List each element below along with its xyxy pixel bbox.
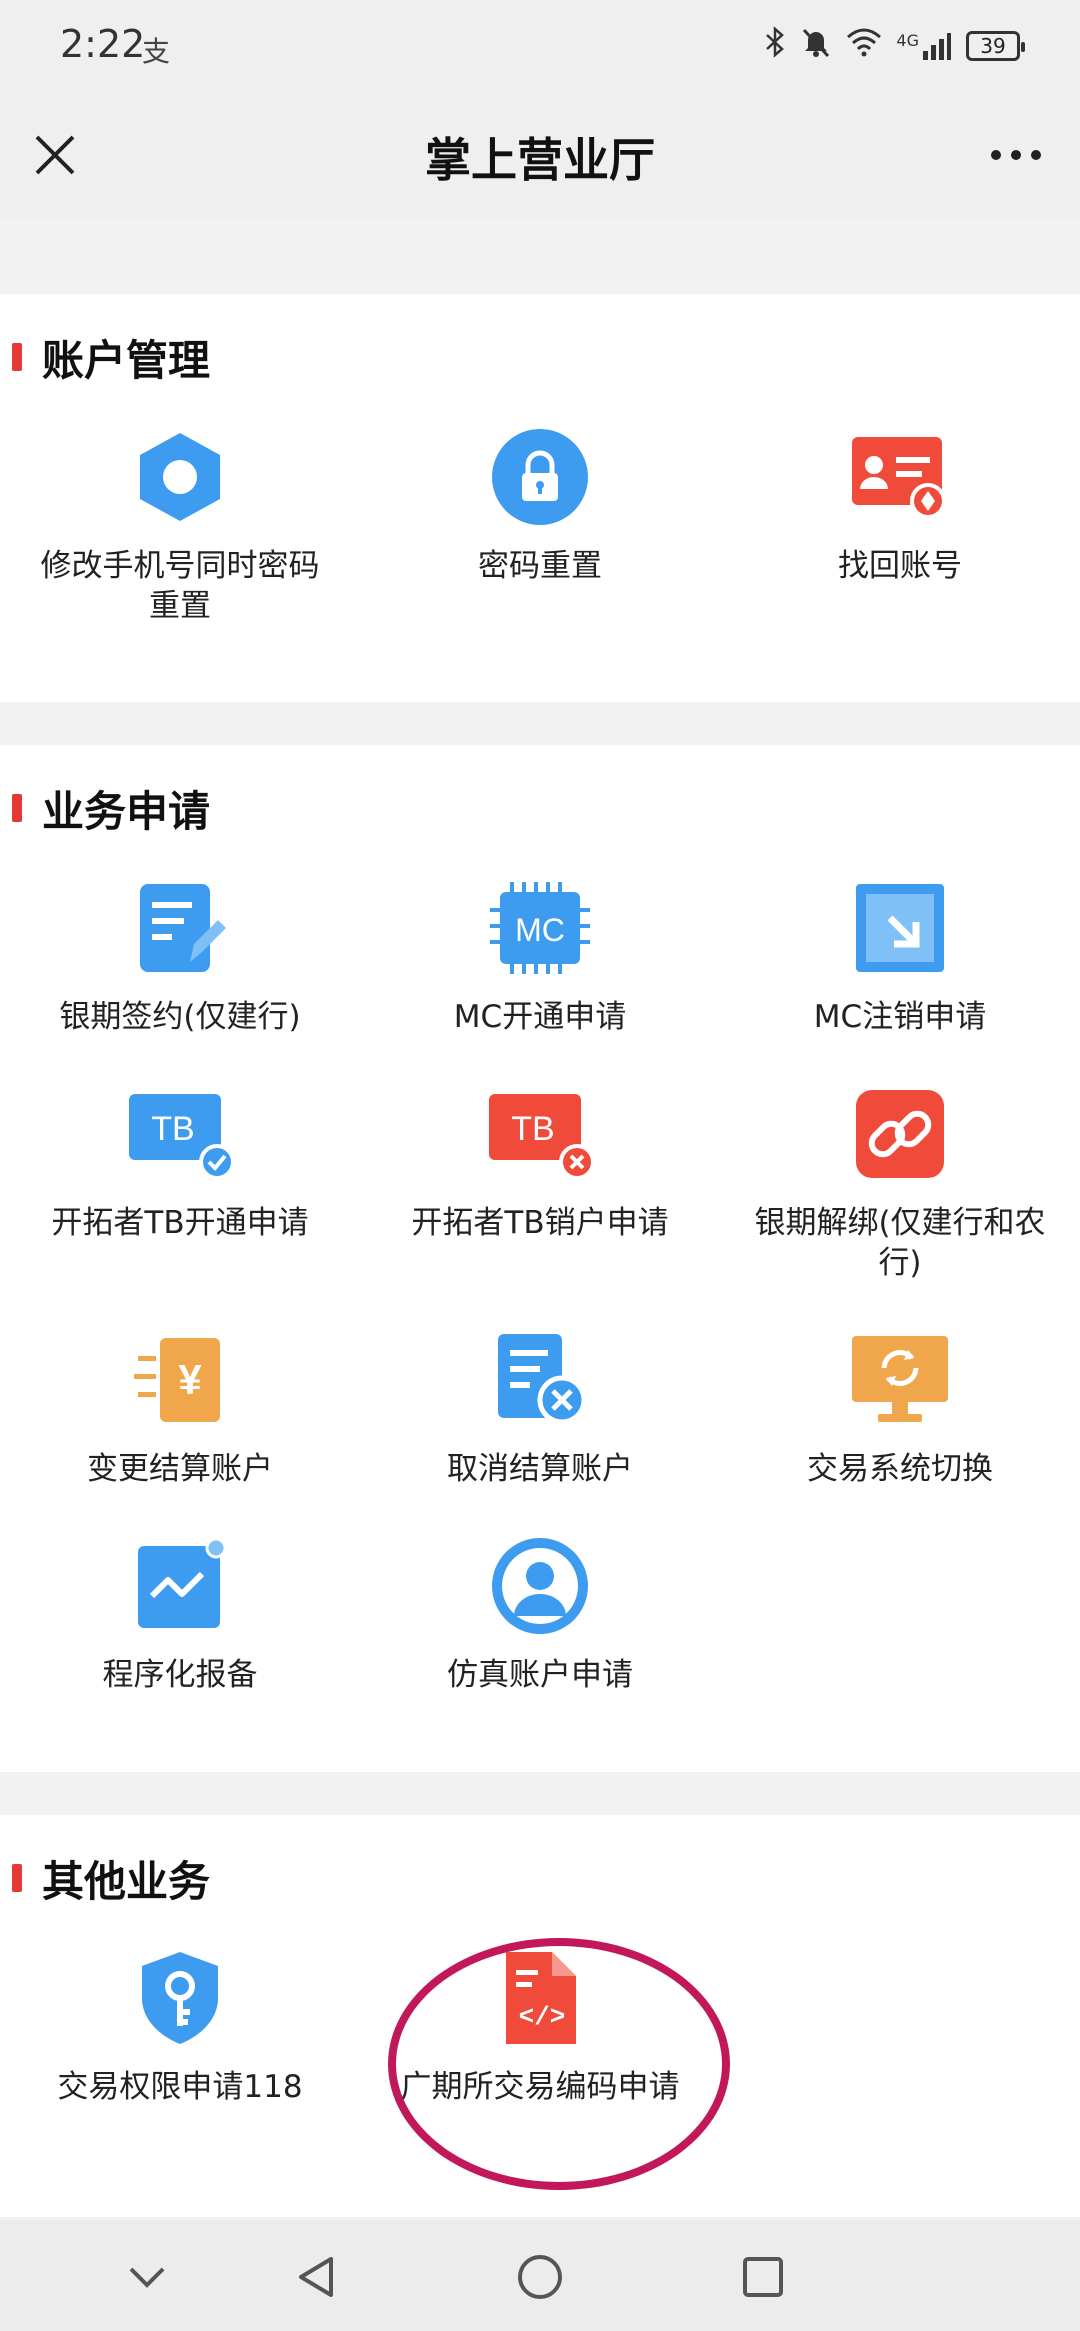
yen-icon: ¥ xyxy=(125,1325,235,1435)
chevron-down-icon xyxy=(129,2267,165,2288)
hexagon-icon xyxy=(125,422,235,532)
item-label: 修改手机号同时密码重置 xyxy=(40,548,320,624)
section-title-text: 账户管理 xyxy=(42,335,211,385)
id-card-icon xyxy=(845,422,955,532)
item-label: 银期签约(仅建行) xyxy=(59,999,301,1035)
item-password-reset[interactable]: 密码重置 xyxy=(380,422,700,586)
item-label: 密码重置 xyxy=(478,548,602,584)
item-modify-phone-reset-password[interactable]: 修改手机号同时密码重置 xyxy=(20,422,340,626)
section-accent-bar xyxy=(12,794,22,822)
document-close-icon xyxy=(485,1325,595,1435)
chip-text: MC xyxy=(515,912,565,948)
item-label: 交易系统切换 xyxy=(807,1451,993,1487)
yen-text: ¥ xyxy=(178,1356,202,1403)
tb-text: TB xyxy=(151,1110,194,1148)
item-label: 变更结算账户 xyxy=(87,1451,273,1487)
item-bank-futures-unbind[interactable]: 银期解绑(仅建行和农行) xyxy=(740,1079,1060,1283)
item-cancel-settlement-account[interactable]: 取消结算账户 xyxy=(380,1325,700,1489)
item-program-trading-report[interactable]: 程序化报备 xyxy=(20,1531,340,1695)
section-title: 业务申请 xyxy=(12,783,210,836)
item-change-settlement-account[interactable]: ¥ 变更结算账户 xyxy=(20,1325,340,1489)
shield-key-icon xyxy=(125,1943,235,2053)
item-label: 取消结算账户 xyxy=(447,1451,633,1487)
nav-recents-button[interactable] xyxy=(728,2242,798,2312)
section-title-text: 业务申请 xyxy=(42,786,211,836)
item-label: 开拓者TB销户申请 xyxy=(411,1205,669,1241)
item-mc-cancel[interactable]: MC注销申请 xyxy=(740,873,1060,1037)
section-title-text: 其他业务 xyxy=(42,1856,211,1906)
user-circle-icon xyxy=(485,1531,595,1641)
bluetooth-icon xyxy=(764,26,786,65)
item-tb-close[interactable]: TB 开拓者TB销户申请 xyxy=(380,1079,700,1243)
tb-text: TB xyxy=(511,1110,554,1148)
item-label: 交易权限申请118 xyxy=(57,2069,303,2105)
item-label: 开拓者TB开通申请 xyxy=(51,1205,309,1241)
status-icons: 4G 39 xyxy=(764,26,1025,65)
section-account-management: 账户管理 修改手机号同时密码重置 密码重置 找回账号 xyxy=(0,294,1080,702)
item-mc-open[interactable]: MC MC开通申请 xyxy=(380,873,700,1037)
status-time: 2:22 xyxy=(60,22,146,66)
section-accent-bar xyxy=(12,343,22,371)
status-bar: 2:22 支 4G 39 xyxy=(0,0,1080,90)
wifi-icon xyxy=(846,27,882,64)
recents-square-icon xyxy=(743,2257,783,2297)
lock-icon xyxy=(485,422,595,532)
item-label: 银期解绑(仅建行和农行) xyxy=(754,1205,1046,1281)
tb-close-icon: TB xyxy=(485,1079,595,1189)
back-triangle-icon xyxy=(299,2257,333,2297)
section-accent-bar xyxy=(12,1864,22,1892)
nav-home-button[interactable] xyxy=(505,2242,575,2312)
monitor-refresh-icon xyxy=(845,1325,955,1435)
more-button[interactable] xyxy=(976,120,1056,190)
item-trading-permission[interactable]: 交易权限申请118 xyxy=(20,1943,340,2107)
title-bar: 掌上营业厅 xyxy=(0,90,1080,218)
more-icon xyxy=(991,150,1041,160)
chip-icon: MC xyxy=(485,873,595,983)
item-label: MC开通申请 xyxy=(453,999,627,1035)
nav-back-button[interactable] xyxy=(280,2242,350,2312)
document-pen-icon xyxy=(125,873,235,983)
link-icon xyxy=(845,1079,955,1189)
item-label: MC注销申请 xyxy=(813,999,987,1035)
item-label: 找回账号 xyxy=(838,548,962,584)
system-navigation-bar xyxy=(0,2220,1080,2331)
item-simulation-account[interactable]: 仿真账户申请 xyxy=(380,1531,700,1695)
page-title: 掌上营业厅 xyxy=(425,133,655,187)
home-circle-icon xyxy=(518,2255,562,2299)
item-tb-open[interactable]: TB 开拓者TB开通申请 xyxy=(20,1079,340,1243)
tb-check-icon: TB xyxy=(125,1079,235,1189)
section-business-application: 业务申请 银期签约(仅建行) MC MC开通申请 MC注销申请 TB 开拓者TB… xyxy=(0,745,1080,1772)
highlight-annotation xyxy=(388,1938,730,2190)
item-trading-system-switch[interactable]: 交易系统切换 xyxy=(740,1325,1060,1489)
battery-icon: 39 xyxy=(966,30,1025,61)
pay-icon: 支 xyxy=(142,35,171,68)
arrow-box-icon xyxy=(845,873,955,983)
item-retrieve-account[interactable]: 找回账号 xyxy=(740,422,1060,586)
wave-chart-icon xyxy=(125,1531,235,1641)
mute-icon xyxy=(800,26,832,65)
item-label: 程序化报备 xyxy=(102,1657,258,1693)
signal-icon: 4G xyxy=(896,31,952,61)
section-title: 其他业务 xyxy=(12,1853,210,1906)
nav-collapse-button[interactable] xyxy=(112,2242,182,2312)
item-bank-futures-signing[interactable]: 银期签约(仅建行) xyxy=(20,873,340,1037)
section-title: 账户管理 xyxy=(12,332,210,385)
item-label: 仿真账户申请 xyxy=(447,1657,633,1693)
network-type: 4G xyxy=(896,30,919,50)
